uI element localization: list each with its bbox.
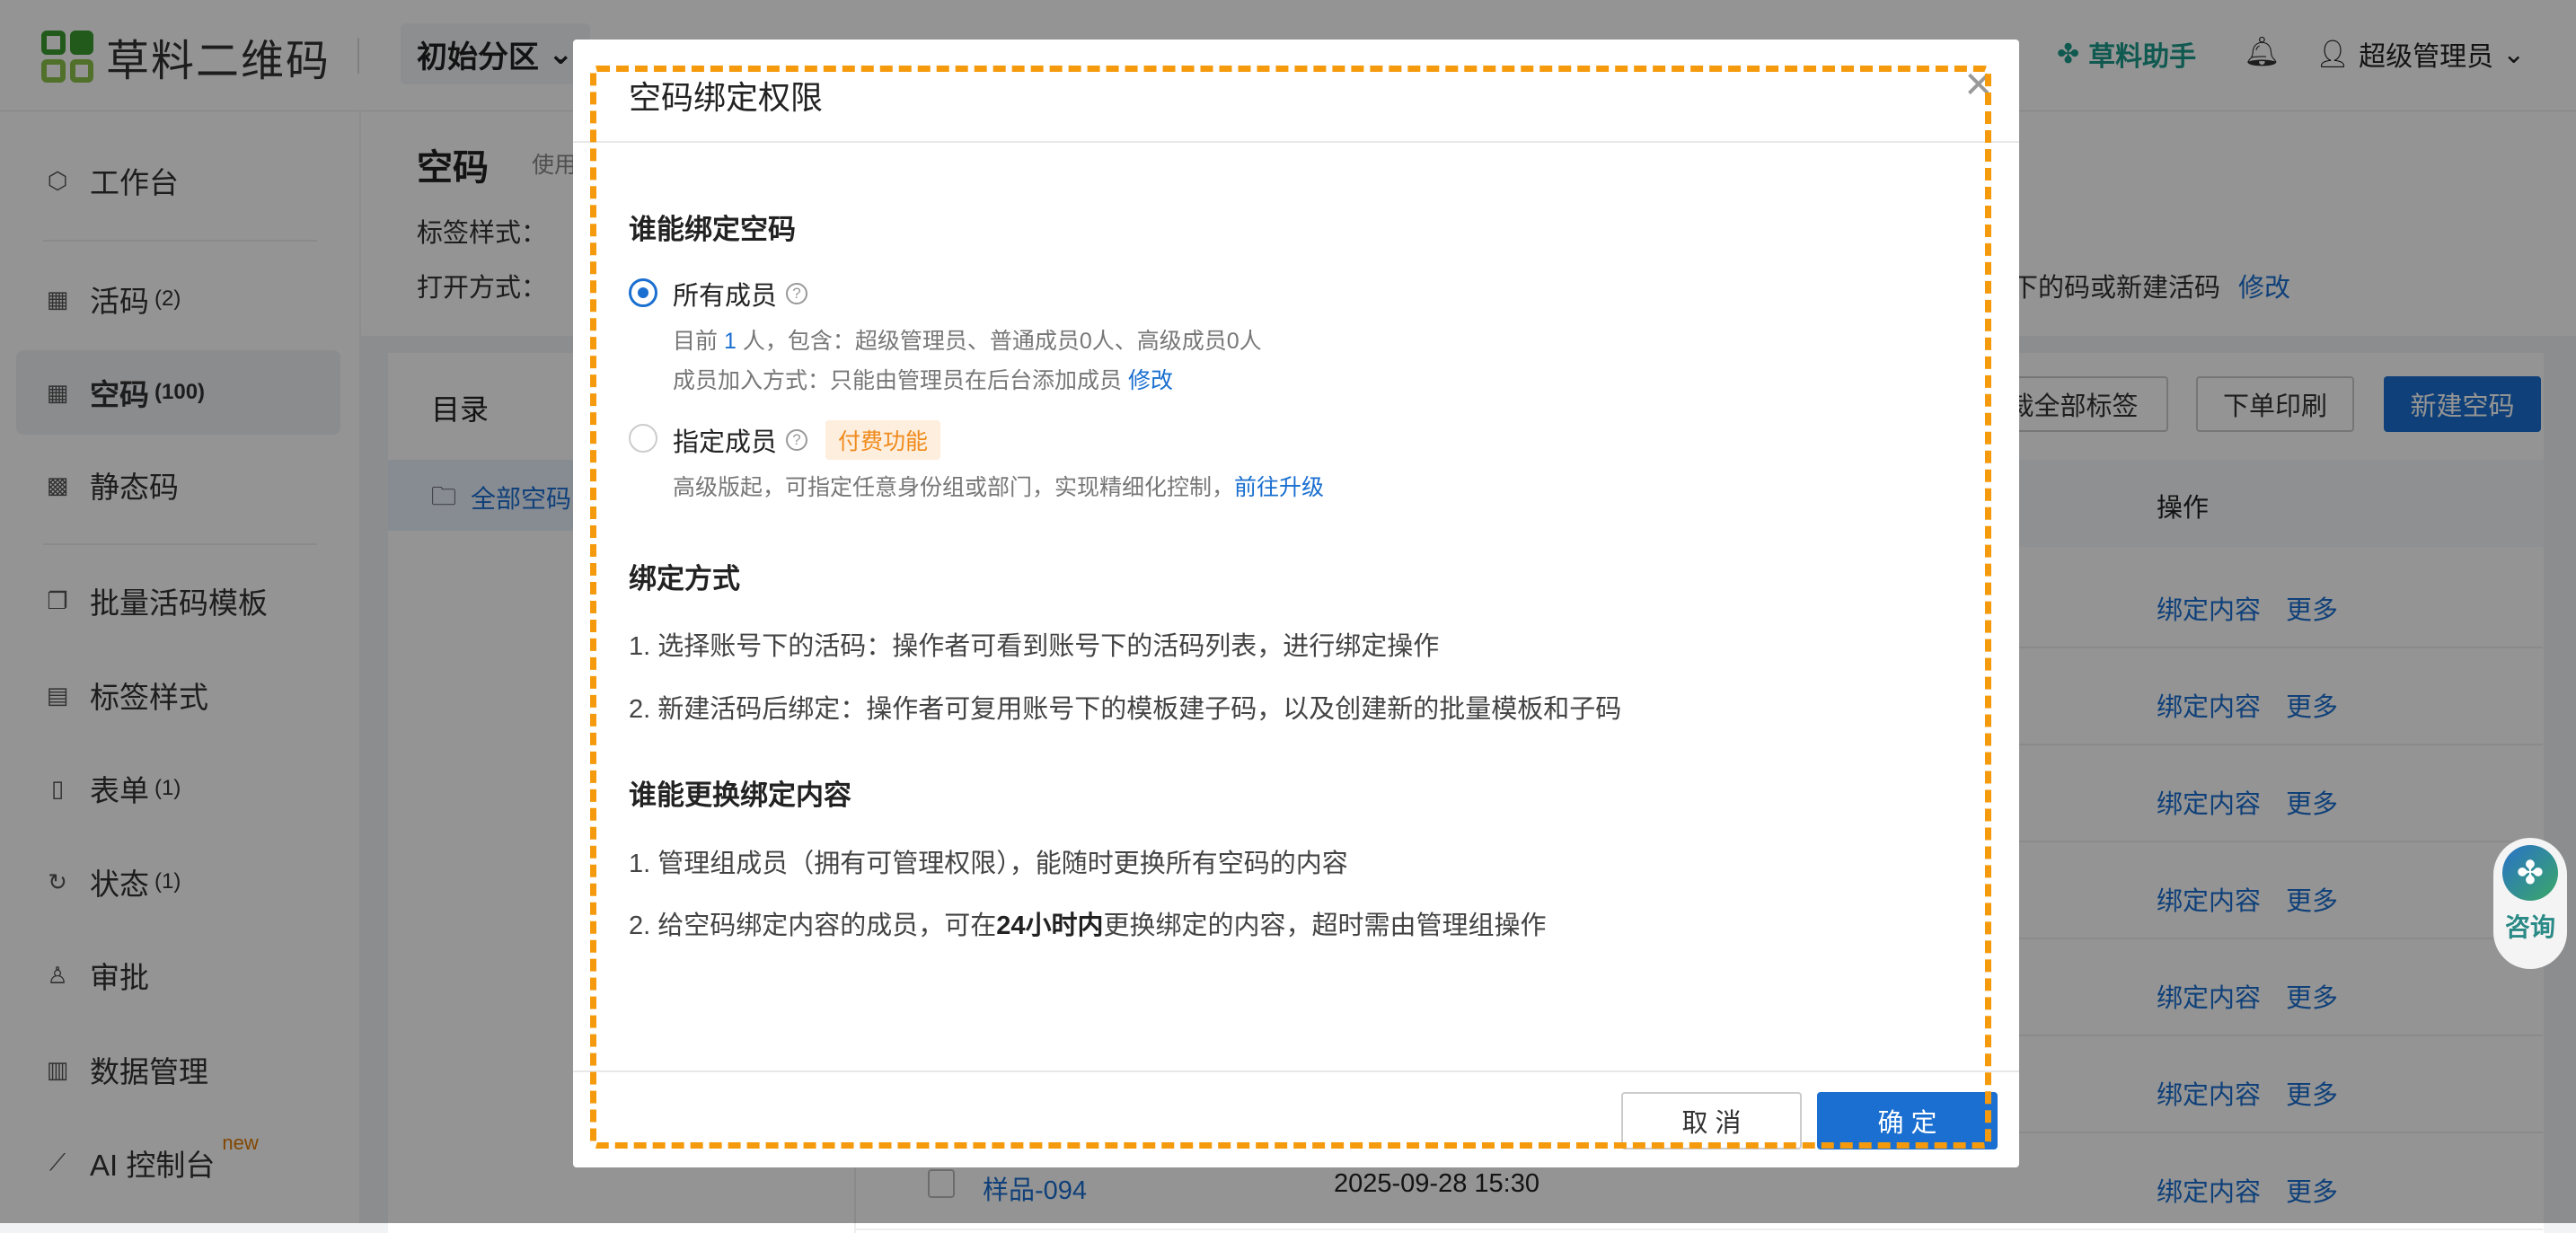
text: 高级版起，可指定任意身份组或部门，实现精细化控制， — [673, 475, 1235, 500]
close-icon[interactable]: ✕ — [1963, 65, 1994, 106]
help-icon[interactable]: ? — [786, 429, 808, 451]
binding-mode-item-2: 2. 新建活码后绑定：操作者可复用账号下的模板建子码，以及创建新的批量模板和子码 — [629, 695, 1622, 724]
text: 人，包含：超级管理员、普通成员0人、高级成员0人 — [742, 329, 1262, 354]
text: 成员加入方式：只能由管理员在后台添加成员 — [673, 368, 1123, 393]
specified-members-option[interactable]: 指定成员? 付费功能 — [673, 420, 941, 460]
emphasis: 24小时内 — [996, 912, 1104, 940]
section-who-can-change: 谁能更换绑定内容 — [629, 779, 851, 811]
change-item-2: 2. 给空码绑定内容的成员，可在24小时内更换绑定的内容，超时需由管理组操作 — [629, 904, 1547, 942]
all-members-option[interactable]: 所有成员? — [673, 275, 808, 313]
radio-all-members[interactable] — [629, 278, 657, 307]
pinwheel-icon: ✤ — [2502, 845, 2558, 901]
label: 所有成员 — [673, 282, 778, 311]
dialog-header: 空码绑定权限 ✕ — [573, 40, 2019, 143]
binding-permission-dialog: 空码绑定权限 ✕ 谁能绑定空码 所有成员? 目前 1 人，包含：超级管理员、普通… — [573, 40, 2019, 1167]
upgrade-link[interactable]: 前往升级 — [1234, 475, 1324, 500]
consult-label: 咨询 — [2504, 913, 2555, 941]
modify-link[interactable]: 修改 — [1128, 368, 1173, 393]
confirm-button[interactable]: 确 定 — [1817, 1092, 1998, 1149]
member-count: 1 — [723, 329, 737, 354]
specified-members-info: 高级版起，可指定任意身份组或部门，实现精细化控制，前往升级 — [673, 470, 1324, 502]
change-item-1: 1. 管理组成员（拥有可管理权限），能随时更换所有空码的内容 — [629, 850, 1348, 878]
join-mode-info: 成员加入方式：只能由管理员在后台添加成员 修改 — [673, 363, 1173, 395]
cancel-button[interactable]: 取 消 — [1621, 1092, 1802, 1149]
dialog-title: 空码绑定权限 — [629, 79, 824, 116]
footer-divider — [573, 1070, 2019, 1072]
section-who-can-bind: 谁能绑定空码 — [629, 214, 796, 245]
all-members-info: 目前 1 人，包含：超级管理员、普通成员0人、高级成员0人 — [673, 323, 1262, 356]
section-binding-mode: 绑定方式 — [629, 563, 740, 594]
label: 指定成员 — [673, 428, 778, 457]
help-icon[interactable]: ? — [786, 283, 808, 304]
text: 更换绑定的内容，超时需由管理组操作 — [1103, 912, 1547, 940]
paid-feature-badge: 付费功能 — [825, 420, 941, 460]
binding-mode-item-1: 1. 选择账号下的活码：操作者可看到账号下的活码列表，进行绑定操作 — [629, 632, 1440, 661]
consult-button[interactable]: ✤ 咨询 — [2493, 838, 2567, 969]
text: 2. 给空码绑定内容的成员，可在 — [629, 912, 997, 940]
text: 目前 — [673, 329, 719, 354]
radio-specified-members[interactable] — [629, 424, 657, 453]
